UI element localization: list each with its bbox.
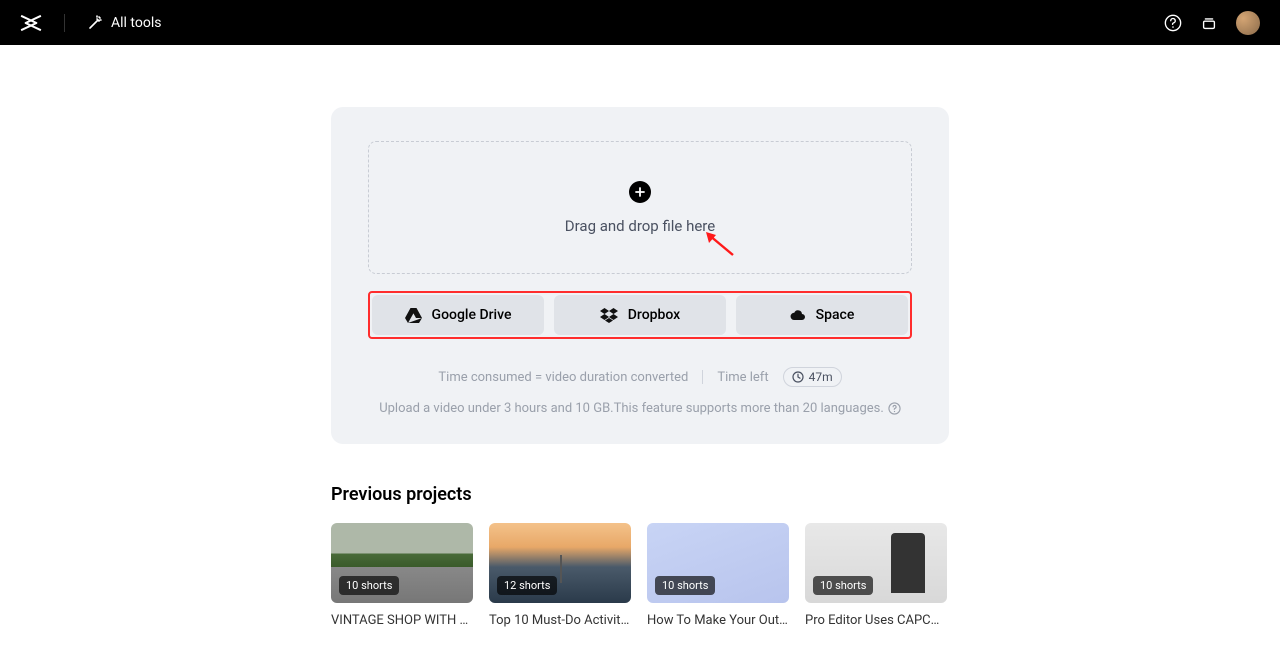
upload-panel: Drag and drop file here Google Drive Dro… — [331, 107, 949, 444]
description-row: Upload a video under 3 hours and 10 GB.T… — [368, 401, 912, 416]
shorts-badge: 10 shorts — [339, 576, 399, 595]
info-divider — [702, 370, 703, 384]
project-title: How To Make Your Outfit… — [647, 613, 789, 628]
source-row: Google Drive Dropbox Space — [368, 291, 912, 339]
project-card[interactable]: 10 shorts How To Make Your Outfit… — [647, 523, 789, 628]
topbar-right — [1164, 11, 1260, 35]
clock-icon — [792, 371, 804, 383]
dropbox-button[interactable]: Dropbox — [554, 295, 726, 335]
project-thumbnail: 12 shorts — [489, 523, 631, 603]
cloud-icon — [790, 308, 806, 322]
all-tools-label: All tools — [111, 15, 161, 31]
top-bar: All tools — [0, 0, 1280, 45]
topbar-left: All tools — [20, 14, 161, 32]
capcut-logo[interactable] — [20, 14, 42, 32]
user-avatar[interactable] — [1236, 11, 1260, 35]
project-thumbnail: 10 shorts — [647, 523, 789, 603]
main-container: Drag and drop file here Google Drive Dro… — [331, 107, 949, 444]
info-icon[interactable] — [888, 402, 901, 415]
time-left-label: Time left — [717, 370, 768, 385]
plus-icon — [629, 181, 651, 203]
magic-wand-icon — [87, 15, 103, 31]
help-icon[interactable] — [1164, 14, 1182, 32]
all-tools-link[interactable]: All tools — [87, 15, 161, 31]
dropbox-icon — [600, 308, 618, 323]
project-card[interactable]: 12 shorts Top 10 Must-Do Activitie… — [489, 523, 631, 628]
previous-projects: Previous projects 10 shorts VINTAGE SHOP… — [331, 484, 949, 628]
project-thumbnail: 10 shorts — [805, 523, 947, 603]
layers-icon[interactable] — [1200, 14, 1218, 32]
dropzone[interactable]: Drag and drop file here — [368, 141, 912, 274]
space-button[interactable]: Space — [736, 295, 908, 335]
time-left-badge: 47m — [783, 367, 842, 387]
shorts-badge: 12 shorts — [497, 576, 557, 595]
project-card[interactable]: 10 shorts VINTAGE SHOP WITH M… — [331, 523, 473, 628]
eiffel-silhouette — [560, 555, 562, 583]
annotation-arrow — [703, 231, 737, 259]
google-drive-button[interactable]: Google Drive — [372, 295, 544, 335]
shorts-badge: 10 shorts — [813, 576, 873, 595]
space-label: Space — [816, 307, 855, 323]
project-title: VINTAGE SHOP WITH M… — [331, 613, 473, 628]
divider — [64, 14, 65, 32]
shorts-badge: 10 shorts — [655, 576, 715, 595]
time-consumed-label: Time consumed = video duration converted — [438, 370, 688, 385]
google-drive-label: Google Drive — [432, 307, 512, 323]
dropbox-label: Dropbox — [628, 307, 680, 323]
project-card[interactable]: 10 shorts Pro Editor Uses CAPCU… — [805, 523, 947, 628]
google-drive-icon — [405, 308, 422, 323]
project-title: Top 10 Must-Do Activitie… — [489, 613, 631, 628]
time-left-value: 47m — [809, 370, 833, 384]
project-thumbnail: 10 shorts — [331, 523, 473, 603]
dropzone-text: Drag and drop file here — [565, 217, 715, 235]
project-title: Pro Editor Uses CAPCU… — [805, 613, 947, 628]
description-text: Upload a video under 3 hours and 10 GB.T… — [379, 401, 884, 416]
info-row: Time consumed = video duration converted… — [368, 367, 912, 387]
projects-title: Previous projects — [331, 484, 949, 505]
project-row: 10 shorts VINTAGE SHOP WITH M… 12 shorts… — [331, 523, 949, 628]
